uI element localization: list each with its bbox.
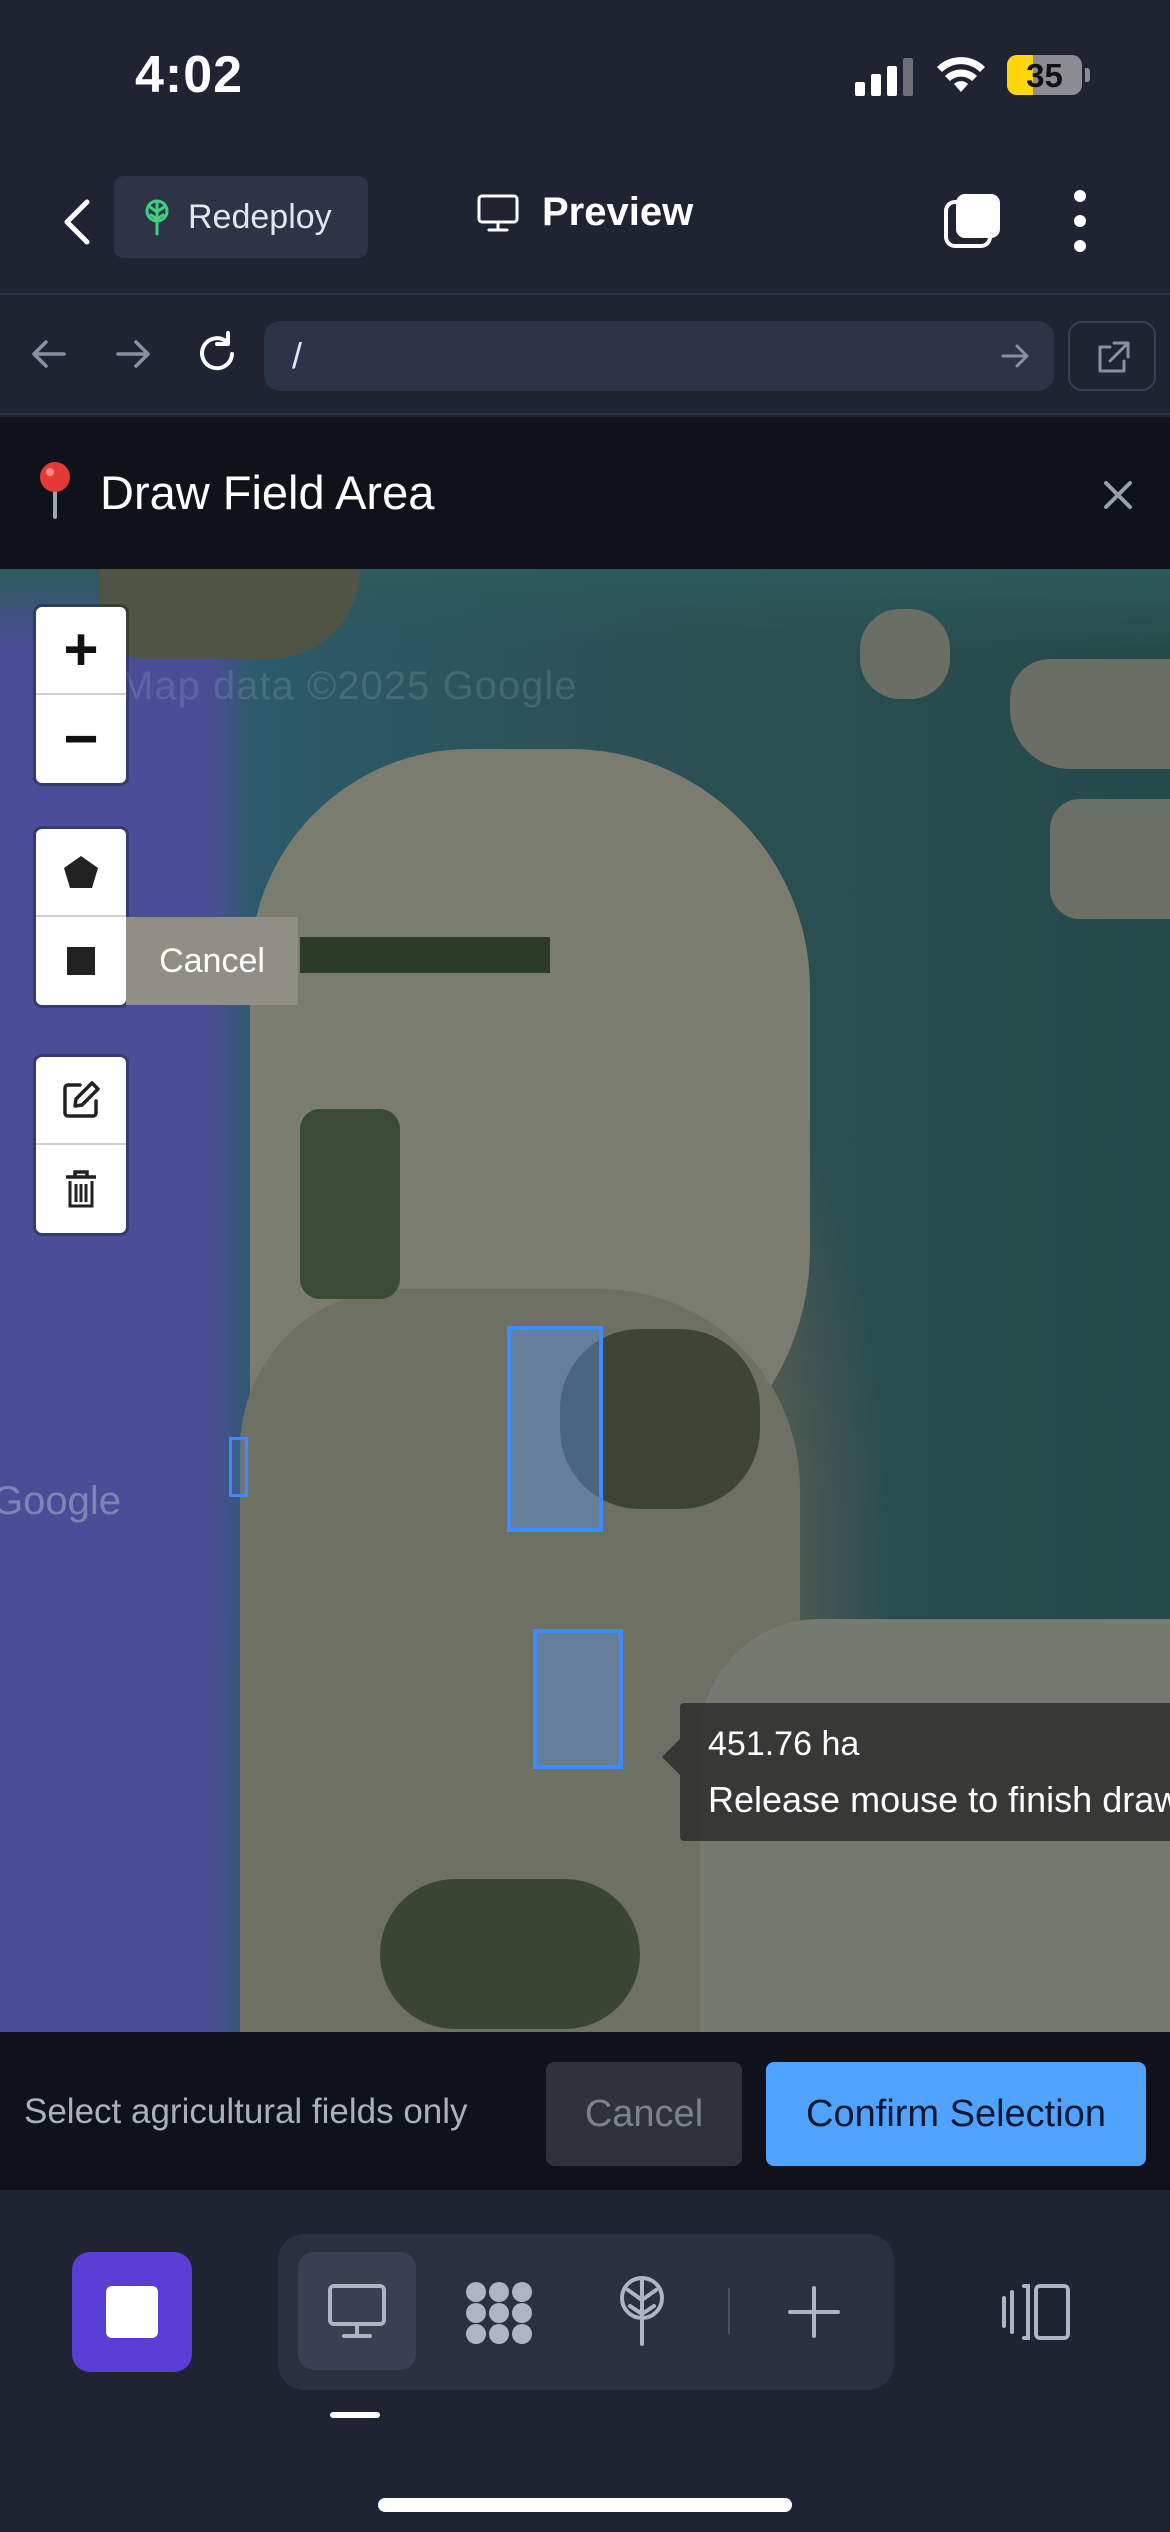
drawn-field-rectangle[interactable]: [533, 1629, 623, 1769]
monitor-icon: [477, 194, 519, 231]
back-chevron-icon[interactable]: [55, 194, 99, 250]
park-area: [300, 1109, 400, 1299]
cellular-signal-icon: [855, 56, 913, 96]
active-tab-indicator: [330, 2412, 380, 2418]
zoom-in-button[interactable]: +: [36, 607, 126, 695]
browser-forward-icon[interactable]: [108, 329, 158, 379]
minus-icon: −: [63, 705, 99, 772]
wifi-icon: [937, 57, 985, 92]
app-root: 4:02 35 Redeploy Preview / Draw Field Ar…: [0, 0, 1170, 2532]
stop-button[interactable]: [72, 2252, 192, 2372]
add-icon[interactable]: [786, 2284, 842, 2340]
zoom-out-button[interactable]: −: [36, 695, 126, 783]
draw-cancel-button[interactable]: Cancel: [126, 917, 298, 1005]
draw-polygon-button[interactable]: [36, 829, 126, 917]
external-link-icon: [1098, 341, 1130, 373]
side-panel-icon[interactable]: [1000, 2282, 1072, 2342]
go-arrow-icon[interactable]: [998, 339, 1032, 373]
park-area: [380, 1879, 640, 2029]
deploy-tree-icon[interactable]: [612, 2274, 672, 2348]
redeploy-button[interactable]: Redeploy: [114, 176, 368, 258]
browser-back-icon[interactable]: [24, 329, 74, 379]
trash-icon: [66, 1170, 96, 1208]
dock-divider: [728, 2288, 730, 2334]
bottom-dock: [0, 2190, 1170, 2532]
rectangle-icon: [67, 947, 95, 975]
round-pushpin-icon: [40, 462, 70, 519]
stop-icon: [106, 2286, 158, 2338]
tabs-switcher-icon[interactable]: [942, 190, 1004, 252]
polygon-icon: [64, 856, 98, 888]
reload-icon[interactable]: [192, 329, 242, 379]
confirm-selection-button[interactable]: Confirm Selection: [766, 2062, 1146, 2166]
more-options-icon[interactable]: [1066, 190, 1094, 252]
tab-preview[interactable]: [298, 2252, 416, 2370]
delete-layers-button[interactable]: [36, 1145, 126, 1233]
battery-level: 35: [1026, 57, 1063, 94]
monitor-icon: [328, 2284, 386, 2338]
close-icon[interactable]: [1100, 477, 1136, 513]
zoom-control: + −: [36, 607, 126, 783]
browser-toolbar: /: [0, 297, 1170, 415]
status-time: 4:02: [135, 46, 244, 104]
land-area: [1010, 659, 1170, 769]
draw-tooltip: 451.76 ha Release mouse to finish drawin…: [662, 1703, 1170, 1841]
google-watermark: Google: [0, 1479, 121, 1523]
home-indicator: [378, 2498, 792, 2512]
dock-tab-group: [278, 2234, 894, 2390]
tooltip-instruction: Release mouse to finish drawing.: [708, 1779, 1170, 1820]
edit-layers-button[interactable]: [36, 1057, 126, 1145]
tooltip-area: 451.76 ha: [708, 1725, 860, 1763]
park-area: [300, 937, 550, 973]
edit-icon: [63, 1081, 100, 1118]
open-external-button[interactable]: [1068, 321, 1156, 391]
land-area: [860, 609, 950, 699]
selection-action-bar: Select agricultural fields only Cancel C…: [0, 2032, 1170, 2190]
draw-rectangle-button[interactable]: [36, 917, 126, 1005]
plus-icon: +: [63, 616, 99, 683]
url-text: /: [292, 335, 303, 376]
url-input[interactable]: /: [264, 321, 1054, 391]
workflow-nodes-icon[interactable]: [462, 2278, 536, 2348]
draw-toolbar: [36, 829, 126, 1005]
map-watermark: Map data ©2025 Google: [120, 664, 578, 708]
satellite-map[interactable]: Map data ©2025 Google Google + − Cancel: [0, 569, 1170, 2032]
cancel-button[interactable]: Cancel: [546, 2062, 742, 2166]
deploy-tree-icon: [145, 199, 169, 236]
status-bar: 4:02 35: [0, 0, 1170, 150]
edit-toolbar: [36, 1057, 126, 1233]
drawn-field-rectangle[interactable]: [229, 1437, 248, 1497]
preview-label: Preview: [542, 190, 694, 234]
modal-header: Draw Field Area: [0, 417, 1170, 569]
redeploy-label: Redeploy: [188, 197, 332, 236]
battery-tip: [1085, 68, 1090, 82]
preview-title[interactable]: Preview: [476, 190, 693, 235]
drawn-field-rectangle[interactable]: [507, 1326, 603, 1532]
selection-hint: Select agricultural fields only: [24, 2092, 468, 2131]
battery-icon: 35: [1007, 55, 1082, 95]
land-area: [1050, 799, 1170, 919]
modal-title: Draw Field Area: [100, 466, 435, 519]
app-bar: Redeploy Preview: [0, 150, 1170, 295]
